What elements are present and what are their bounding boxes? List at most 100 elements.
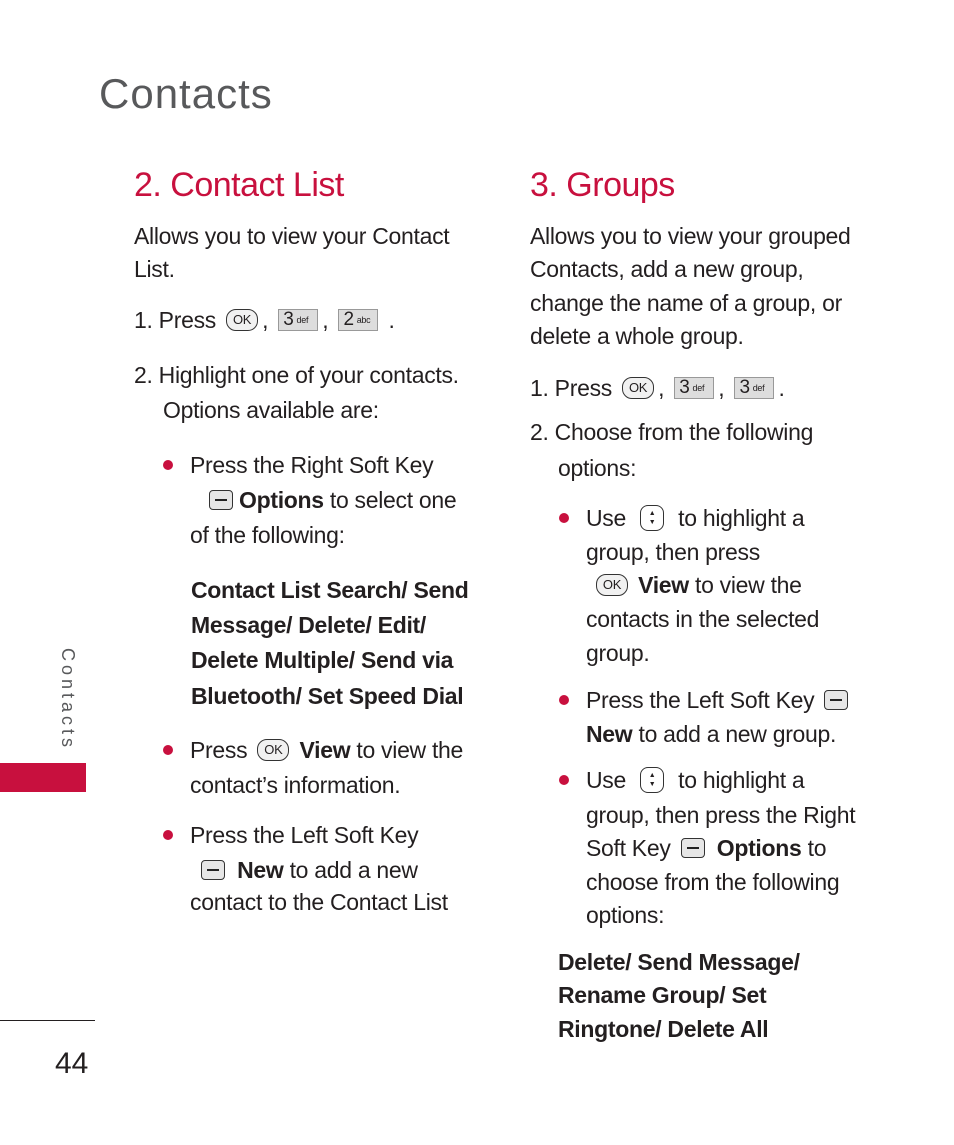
text: to add a new — [283, 857, 418, 883]
bold-text: Options — [716, 835, 802, 861]
text-line: Press the Left Soft Key — [190, 820, 419, 850]
bullet-icon — [163, 830, 173, 840]
bold-text: Contact List Search/ Send — [191, 577, 469, 603]
text: to view the — [350, 737, 464, 763]
text-line: Contact List Search/ Send — [191, 575, 469, 605]
keypad-3-icon: 3 def — [278, 309, 319, 331]
bullet-icon — [559, 775, 569, 785]
manual-page: Contacts 2. Contact List 3. Groups Allow… — [0, 0, 954, 1145]
text: Press — [190, 737, 254, 763]
text: to highlight a — [672, 767, 805, 793]
bullet-icon — [163, 745, 173, 755]
text: . — [778, 375, 785, 401]
text: group, then press — [586, 539, 760, 565]
text-line: Soft Key Options to — [586, 833, 826, 863]
text-line: contacts in the selected — [586, 604, 819, 634]
text-line: New to add a new — [197, 855, 418, 885]
text-line: contact to the Contact List — [190, 887, 448, 917]
soft-key-icon — [209, 490, 233, 510]
text-line: Use ▲ ▼ to highlight a — [586, 503, 805, 533]
text-line: 2. Highlight one of your contacts. — [134, 360, 459, 390]
key-number: 3 — [739, 377, 750, 398]
text-line: Press the Right Soft Key — [190, 450, 434, 480]
bold-text: Rename Group/ Set — [558, 982, 767, 1008]
text-line: group, then press — [586, 537, 760, 567]
text: delete a whole group. — [530, 323, 744, 349]
text-line: options: — [558, 453, 636, 483]
text: , — [658, 375, 671, 401]
text: List. — [134, 256, 175, 282]
bold-text: Options — [239, 487, 324, 513]
text: of the following: — [190, 522, 345, 548]
text-line: Contacts, add a new group, — [530, 254, 804, 284]
side-tab-label: Contacts — [58, 648, 78, 752]
text: options: — [558, 455, 637, 481]
text: Contacts, add a new group, — [530, 256, 804, 282]
bold-text: Bluetooth/ Set Speed Dial — [191, 683, 464, 709]
text-line: 2. Choose from the following — [530, 417, 813, 447]
text-line: Rename Group/ Set — [558, 980, 767, 1010]
ok-key-icon: OK — [226, 309, 259, 331]
ok-key-icon: OK — [596, 574, 628, 596]
text: Soft Key — [586, 835, 677, 861]
text-line: Use ▲ ▼ to highlight a — [586, 765, 805, 795]
text: choose from the following — [586, 869, 840, 895]
text: 2. Highlight one of your contacts. — [134, 362, 459, 388]
bold-text: Message/ Delete/ Edit/ — [191, 612, 426, 638]
text-line: options: — [586, 900, 664, 930]
text: group. — [586, 640, 650, 666]
text: contact’s information. — [190, 772, 401, 798]
text-line: group, then press the Right — [586, 800, 856, 830]
text: Press the Right Soft Key — [190, 452, 434, 478]
text-line: delete a whole group. — [530, 321, 744, 351]
footer-rule — [0, 1020, 95, 1021]
text: Allows you to view your Contact — [134, 223, 450, 249]
text-line: Message/ Delete/ Edit/ — [191, 610, 426, 640]
text-line: Allows you to view your grouped — [530, 221, 851, 251]
text-line: Options to select one — [205, 485, 457, 515]
key-letters: abc — [356, 315, 371, 325]
bold-text: View — [299, 737, 351, 763]
text: options: — [586, 902, 665, 928]
text-line: Allows you to view your Contact — [134, 221, 450, 251]
bullet-icon — [559, 695, 569, 705]
ok-key-icon: OK — [622, 377, 655, 399]
bold-text: Ringtone/ Delete All — [558, 1016, 769, 1042]
key-number: 2 — [343, 309, 354, 330]
soft-key-icon — [680, 838, 705, 858]
text-line: Press OK View to view the — [190, 735, 463, 765]
text-line: Options available are: — [163, 395, 379, 425]
bullet-icon — [163, 460, 173, 470]
text-line: Ringtone/ Delete All — [558, 1014, 769, 1044]
page-title: Contacts — [99, 70, 273, 117]
key-letters: def — [692, 383, 705, 393]
text: 1. Press — [134, 307, 223, 333]
navigation-key-icon: ▲ ▼ — [640, 505, 665, 531]
text-line: change the name of a group, or — [530, 288, 842, 318]
text-line: Bluetooth/ Set Speed Dial — [191, 681, 464, 711]
text: to highlight a — [672, 505, 805, 531]
bold-text: View — [638, 572, 689, 598]
text-line: Delete/ Send Message/ — [558, 947, 800, 977]
text: , — [322, 307, 335, 333]
text: to view the — [688, 572, 802, 598]
key-letters: def — [752, 383, 765, 393]
text: to select one — [323, 487, 457, 513]
text-line: Press the Left Soft Key — [586, 685, 854, 715]
text-line: Delete Multiple/ Send via — [191, 645, 453, 675]
key-number: 3 — [679, 377, 690, 398]
text-line: 1. Press OK, 3 def, 2 abc . — [134, 305, 395, 335]
ok-key-icon: OK — [257, 739, 290, 761]
text: contacts in the selected — [586, 606, 820, 632]
text: 1. Press — [530, 375, 619, 401]
text-line: List. — [134, 254, 175, 284]
bold-text: New — [586, 721, 633, 747]
bold-text: Delete/ Send Message/ — [558, 949, 800, 975]
key-number: 3 — [283, 309, 294, 330]
text-line: OK View to view the — [592, 570, 802, 600]
section-heading-groups: 3. Groups — [530, 166, 675, 204]
text: to — [801, 835, 827, 861]
keypad-2-icon: 2 abc — [338, 309, 379, 331]
bold-text: New — [237, 857, 284, 883]
key-letters: def — [296, 315, 309, 325]
